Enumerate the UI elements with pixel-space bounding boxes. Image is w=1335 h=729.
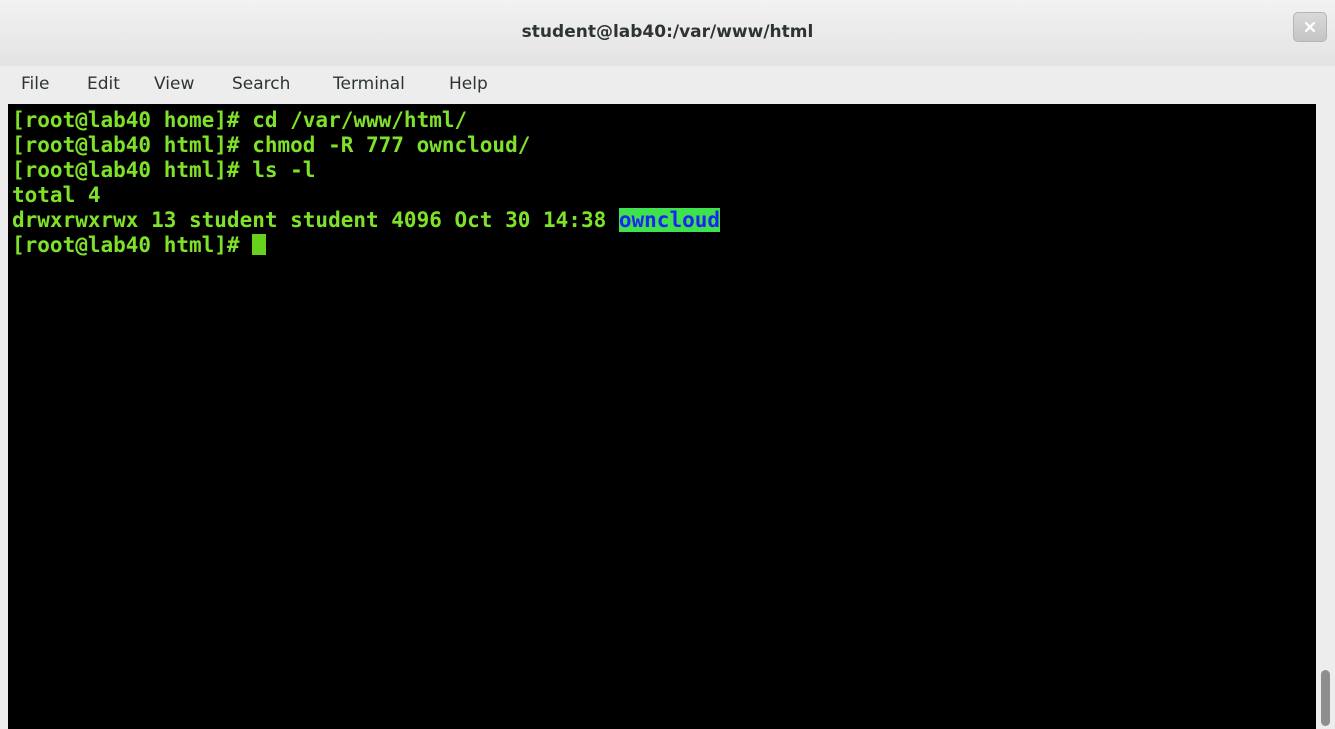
terminal-line: [root@lab40 html]# ls -l xyxy=(12,158,316,182)
menu-bar: File Edit View Search Terminal Help xyxy=(0,66,1335,104)
menu-search[interactable]: Search xyxy=(232,74,290,94)
terminal-line: [root@lab40 html]# chmod -R 777 owncloud… xyxy=(12,133,531,157)
menu-file[interactable]: File xyxy=(21,74,49,94)
title-bar[interactable]: student@lab40:/var/www/html xyxy=(0,0,1335,66)
menu-help[interactable]: Help xyxy=(449,74,488,94)
terminal-line: total 4 xyxy=(12,183,101,207)
terminal-output[interactable]: [root@lab40 home]# cd /var/www/html/ [ro… xyxy=(8,104,1316,729)
text-cursor xyxy=(252,234,267,255)
close-icon xyxy=(1304,21,1316,33)
window-title: student@lab40:/var/www/html xyxy=(521,22,814,42)
directory-entry: owncloud xyxy=(618,208,721,232)
menu-edit[interactable]: Edit xyxy=(87,74,120,94)
listing-details: drwxrwxrwx 13 student student 4096 Oct 3… xyxy=(12,208,619,232)
menu-view[interactable]: View xyxy=(154,74,194,94)
scrollbar-track[interactable] xyxy=(1316,104,1335,729)
close-button[interactable] xyxy=(1293,12,1327,42)
prompt-text: [root@lab40 html]# xyxy=(12,233,253,257)
terminal-prompt-line: [root@lab40 html]# xyxy=(12,233,267,258)
terminal-line: [root@lab40 home]# cd /var/www/html/ xyxy=(12,108,468,132)
menu-terminal[interactable]: Terminal xyxy=(333,74,405,94)
terminal-window: student@lab40:/var/www/html File Edit Vi… xyxy=(0,0,1335,729)
terminal-line-listing: drwxrwxrwx 13 student student 4096 Oct 3… xyxy=(12,208,721,233)
scrollbar-thumb[interactable] xyxy=(1321,670,1330,726)
